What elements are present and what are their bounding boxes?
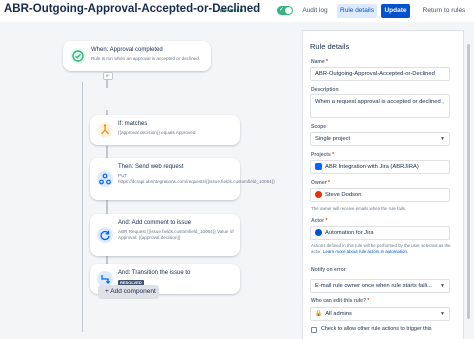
actor-value: Automation for Jira bbox=[325, 230, 374, 236]
audit-log-button[interactable]: Audit log bbox=[299, 4, 331, 18]
name-field[interactable]: ABR-Outgoing-Approval-Accepted-or-Declin… bbox=[310, 67, 450, 81]
description-label: Description bbox=[311, 87, 339, 93]
learn-more-link[interactable]: Learn more about rule actors in automati… bbox=[323, 249, 408, 254]
panel-scrollbar[interactable] bbox=[467, 44, 470, 319]
owner-help-text: The owner will receive emails when the r… bbox=[311, 206, 407, 211]
add-component-button[interactable]: + Add component bbox=[98, 285, 159, 299]
required-marker: * bbox=[327, 180, 330, 186]
status-badge: ENABLED bbox=[220, 8, 244, 13]
owner-label-text: Owner bbox=[311, 180, 327, 186]
required-marker: * bbox=[326, 59, 328, 65]
edit-permission-select[interactable]: 🔒 All admins ▼ bbox=[310, 307, 450, 321]
lock-icon: 🔒 bbox=[315, 311, 323, 317]
owner-select[interactable]: Steve Dodson bbox=[310, 188, 450, 202]
scope-value: Single project bbox=[315, 136, 351, 142]
trigger-title: When: Approval completed bbox=[91, 47, 163, 53]
component-description: {{approval.decision}} equals Approved bbox=[118, 130, 196, 135]
owner-avatar bbox=[315, 190, 322, 198]
component-title: And: Transition the issue to bbox=[118, 270, 191, 276]
notify-value: E-mail rule owner once when rule starts … bbox=[315, 283, 432, 289]
update-button[interactable]: Update bbox=[381, 4, 410, 18]
flow-connector bbox=[106, 146, 108, 158]
if-badge: IF bbox=[103, 72, 113, 80]
allow-trigger-checkbox[interactable] bbox=[311, 327, 317, 333]
branch-line bbox=[82, 82, 83, 332]
required-marker: * bbox=[332, 152, 335, 158]
owner-label: Owner * bbox=[311, 180, 330, 186]
trigger-card[interactable]: When: Approval completed Rule is run whe… bbox=[63, 41, 211, 71]
projects-value: ABR Integration with Jira (ABRJIRA) bbox=[325, 164, 419, 170]
component-card[interactable]: If: matches {{approval.decision}} equals… bbox=[90, 115, 240, 145]
project-avatar-icon bbox=[315, 162, 322, 170]
component-description: ABR Request {{issue.fields.customfield_1… bbox=[118, 229, 234, 240]
check-icon: ✓ bbox=[279, 7, 285, 13]
owner-value: Steve Dodson bbox=[325, 192, 362, 198]
actor-label-text: Actor bbox=[311, 218, 325, 224]
edit-permission-value: All admins bbox=[325, 311, 352, 317]
scope-select[interactable]: Single project ▼ bbox=[310, 132, 450, 146]
approval-check-icon bbox=[70, 48, 86, 64]
chevron-down-icon: ▼ bbox=[440, 283, 445, 289]
actor-help-text: Actions defined in this rule will be per… bbox=[311, 243, 451, 254]
branch-condition-icon bbox=[97, 122, 113, 138]
enable-toggle[interactable]: ✓ bbox=[277, 6, 293, 15]
allow-trigger-label: Check to allow other rule actions to tri… bbox=[321, 326, 432, 332]
projects-label: Projects * bbox=[311, 152, 334, 158]
projects-select[interactable]: ABR Integration with Jira (ABRJIRA) bbox=[310, 160, 450, 174]
component-title: If: matches bbox=[118, 121, 148, 127]
description-field[interactable]: When a request approval is accepted or d… bbox=[310, 94, 450, 118]
actor-select[interactable]: Automation for Jira bbox=[310, 226, 450, 240]
scope-label: Scope bbox=[311, 124, 327, 130]
notify-select[interactable]: E-mail rule owner once when rule starts … bbox=[310, 279, 450, 293]
rule-header: ABR-Outgoing-Approval-Accepted-or-Declin… bbox=[0, 0, 474, 22]
name-label: Name * bbox=[311, 59, 328, 65]
flow-connector bbox=[106, 200, 108, 214]
edit-permission-label: Who can edit this rule? * bbox=[311, 298, 369, 304]
edit-permission-label-text: Who can edit this rule? bbox=[311, 298, 367, 304]
refresh-comment-icon bbox=[97, 227, 113, 243]
component-card[interactable]: And: Add comment to issue ABR Request {{… bbox=[90, 214, 240, 256]
required-marker: * bbox=[367, 298, 370, 304]
actor-avatar bbox=[315, 228, 322, 236]
chevron-down-icon: ▼ bbox=[440, 136, 445, 142]
panel-title: Rule details bbox=[310, 42, 350, 51]
component-title: Then: Send web request bbox=[118, 164, 184, 170]
rule-details-button[interactable]: Rule details bbox=[337, 4, 377, 18]
return-to-rules-button[interactable]: Return to rules bbox=[416, 4, 472, 18]
webhook-icon bbox=[97, 171, 113, 187]
component-description: PUT https://dcrapi.abrintegrations.com/r… bbox=[118, 173, 275, 184]
required-marker: * bbox=[325, 218, 328, 224]
actor-label: Actor * bbox=[311, 218, 327, 224]
name-label-text: Name bbox=[311, 59, 325, 65]
projects-label-text: Projects bbox=[311, 152, 331, 158]
chevron-down-icon: ▼ bbox=[440, 311, 445, 317]
trigger-description: Rule is run when an approval is accepted… bbox=[91, 56, 201, 61]
component-title: And: Add comment to issue bbox=[118, 220, 192, 226]
notify-label: Notify on error bbox=[311, 267, 346, 273]
component-card[interactable]: Then: Send web request PUT https://dcrap… bbox=[90, 158, 275, 200]
